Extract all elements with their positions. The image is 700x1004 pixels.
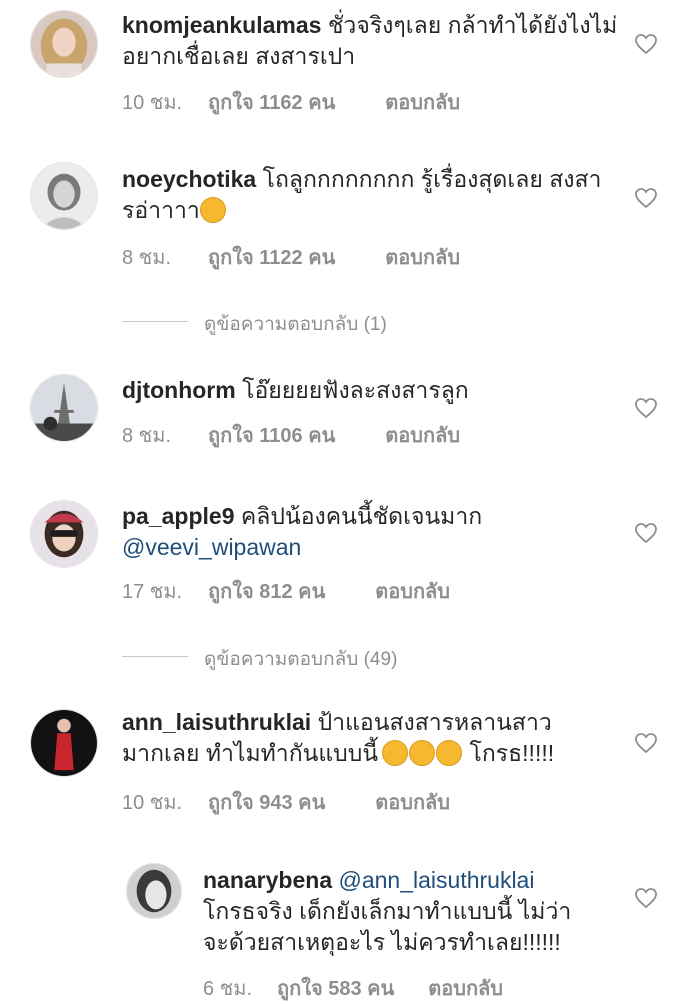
- comment-body-line2: โกรธจริง เด็กยังเล็กมาทำแบบนี้ ไม่ว่า: [203, 898, 572, 924]
- reply-button[interactable]: ตอบกลับ: [385, 241, 460, 273]
- view-replies-label: ดูข้อความตอบกลับ (49): [204, 649, 398, 670]
- heart-outline-icon[interactable]: [634, 397, 658, 419]
- username[interactable]: noeychotika: [122, 166, 256, 192]
- timestamp: 6 ชม.: [203, 978, 252, 1000]
- heart-outline-icon[interactable]: [634, 732, 658, 754]
- comment-meta: 8 ชม. ถูกใจ 1106 คน ตอบกลับ: [122, 419, 460, 451]
- reply-button[interactable]: ตอบกลับ: [428, 972, 503, 1004]
- like-count[interactable]: ถูกใจ 1106 คน: [208, 419, 335, 451]
- comment-meta: 8 ชม. ถูกใจ 1122 คน ตอบกลับ: [122, 241, 460, 273]
- reply-button[interactable]: ตอบกลับ: [375, 786, 450, 818]
- comment-text: djtonhorm โอ๊ยยยยฟังละสงสารลูก: [122, 375, 622, 406]
- comment-meta: 10 ชม. ถูกใจ 1162 คน ตอบกลับ: [122, 86, 460, 118]
- reply-button[interactable]: ตอบกลับ: [375, 575, 450, 607]
- crying-face-emoji: [199, 197, 226, 223]
- profile-photo-icon: [31, 163, 97, 229]
- angry-face-emoji: [382, 740, 409, 766]
- comment-body-line3: จะด้วยสาเหตุอะไร ไม่ควรทำเลย!!!!!!: [203, 929, 561, 955]
- divider-line: [122, 321, 188, 322]
- mention-link[interactable]: @ann_laisuthruklai: [339, 867, 535, 893]
- heart-outline-icon[interactable]: [634, 522, 658, 544]
- avatar[interactable]: [30, 500, 98, 568]
- comment-body-line2: มากเลย ทำไมทำกันแบบนี้: [122, 740, 379, 766]
- like-count[interactable]: ถูกใจ 583 คน: [277, 972, 394, 1004]
- avatar[interactable]: [30, 374, 98, 442]
- like-count[interactable]: ถูกใจ 1122 คน: [208, 241, 335, 273]
- like-count[interactable]: ถูกใจ 1162 คน: [208, 86, 335, 118]
- reply-button[interactable]: ตอบกลับ: [385, 419, 460, 451]
- comment-meta: 6 ชม. ถูกใจ 583 คน ตอบกลับ: [203, 972, 503, 1004]
- comment-body: โอ๊ยยยยฟังละสงสารลูก: [242, 377, 469, 403]
- mention-link[interactable]: @veevi_wipawan: [122, 534, 301, 560]
- profile-photo-icon: [31, 11, 97, 77]
- divider-line: [122, 656, 188, 657]
- timestamp: 8 ชม.: [122, 425, 171, 447]
- username[interactable]: pa_apple9: [122, 503, 235, 529]
- username[interactable]: knomjeankulamas: [122, 12, 321, 38]
- view-replies-label: ดูข้อความตอบกลับ (1): [204, 314, 387, 335]
- like-count[interactable]: ถูกใจ 943 คน: [208, 786, 325, 818]
- timestamp: 10 ชม.: [122, 792, 183, 814]
- comment-text: ann_laisuthruklai ป้าแอนสงสารหลานสาว มาก…: [122, 707, 622, 769]
- comment-text: knomjeankulamas ชั่วจริงๆเลย กล้าทำได้ยั…: [122, 10, 622, 72]
- heart-outline-icon[interactable]: [634, 33, 658, 55]
- profile-photo-icon: [31, 375, 97, 441]
- username[interactable]: djtonhorm: [122, 377, 236, 403]
- avatar[interactable]: [30, 709, 98, 777]
- comment-text: pa_apple9 คลิปน้องคนนี้ชัดเจนมาก @veevi_…: [122, 501, 622, 563]
- profile-photo-icon: [127, 864, 181, 918]
- comment-body: คลิปน้องคนนี้ชัดเจนมาก: [240, 503, 483, 529]
- avatar[interactable]: [126, 863, 182, 919]
- comment-meta: 17 ชม. ถูกใจ 812 คน ตอบกลับ: [122, 575, 450, 607]
- timestamp: 10 ชม.: [122, 92, 183, 114]
- timestamp: 17 ชม.: [122, 581, 183, 603]
- avatar[interactable]: [30, 10, 98, 78]
- angry-face-emoji: [436, 740, 463, 766]
- avatar[interactable]: [30, 162, 98, 230]
- comment-body-tail: โกรธ!!!!!: [463, 740, 555, 766]
- profile-photo-icon: [31, 501, 97, 567]
- username[interactable]: ann_laisuthruklai: [122, 709, 311, 735]
- comment-text: noeychotika โถลูกกกกกกกก รู้เรื่องสุดเลย…: [122, 164, 622, 226]
- profile-photo-icon: [31, 710, 97, 776]
- comment-meta: 10 ชม. ถูกใจ 943 คน ตอบกลับ: [122, 786, 450, 818]
- like-count[interactable]: ถูกใจ 812 คน: [208, 575, 325, 607]
- angry-face-emoji: [409, 740, 436, 766]
- reply-button[interactable]: ตอบกลับ: [385, 86, 460, 118]
- comment-body-line1: ป้าแอนสงสารหลานสาว: [317, 709, 552, 735]
- username[interactable]: nanarybena: [203, 867, 332, 893]
- heart-outline-icon[interactable]: [634, 187, 658, 209]
- heart-outline-icon[interactable]: [634, 887, 658, 909]
- timestamp: 8 ชม.: [122, 247, 171, 269]
- comment-text: nanarybena @ann_laisuthruklai โกรธจริง เ…: [203, 865, 633, 958]
